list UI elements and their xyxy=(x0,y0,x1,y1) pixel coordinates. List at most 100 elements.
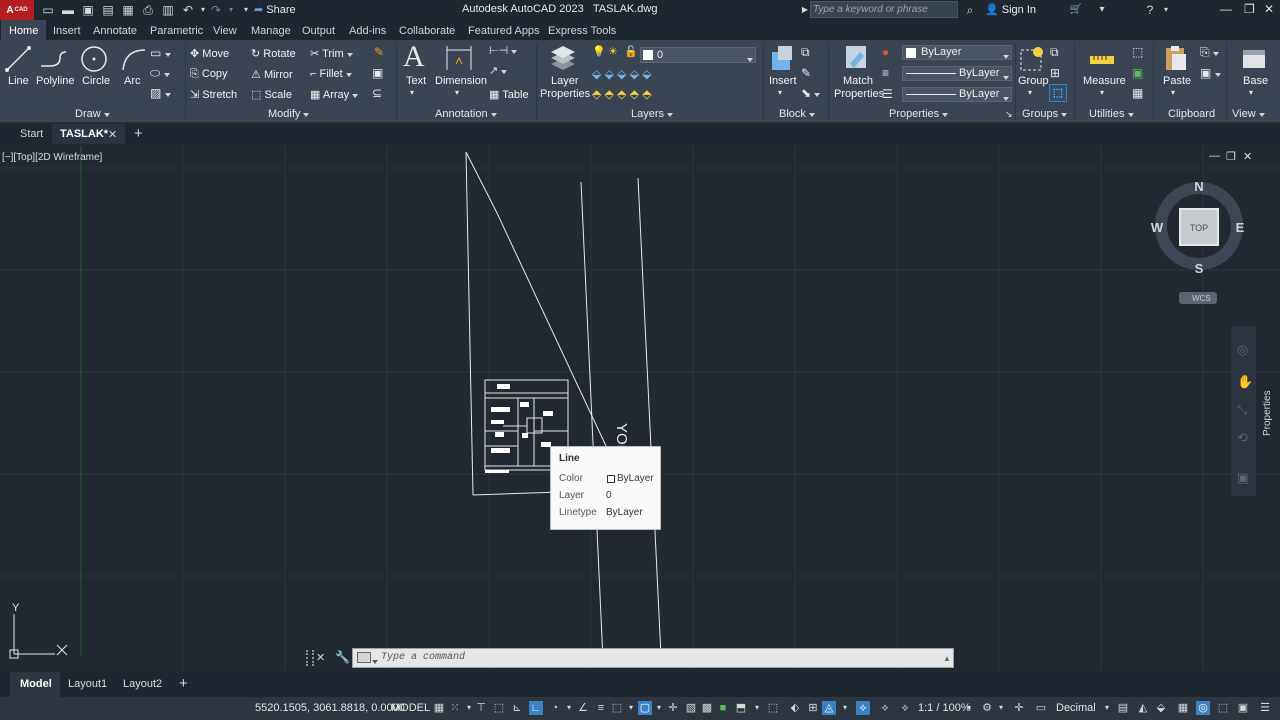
close-icon[interactable]: ✕ xyxy=(1264,2,1274,16)
line-button[interactable]: Line xyxy=(8,75,29,87)
drawing-viewport[interactable]: YOL Y TOP N S E W WCS [−][Top][2D Wirefr… xyxy=(0,146,1280,670)
autodesk-app-store-icon[interactable]: 🛒 xyxy=(1068,2,1084,18)
quick-select-icon[interactable]: ⬚ xyxy=(1132,45,1143,59)
tab-manage[interactable]: Manage xyxy=(251,25,291,37)
group-dropdown-icon[interactable]: ▾ xyxy=(1028,88,1032,97)
ellipse-icon[interactable]: ⬭ xyxy=(150,66,170,81)
circle-button[interactable]: Circle xyxy=(82,75,110,87)
tab-view[interactable]: View xyxy=(213,25,237,37)
group-edit-icon[interactable]: ⊞ xyxy=(1050,66,1060,80)
isodraft-icon[interactable]: ◔ xyxy=(548,701,562,715)
coordinates-readout[interactable]: 5520.1505, 3061.8818, 0.0000 xyxy=(255,702,405,714)
cut-icon[interactable]: ▣ xyxy=(1200,66,1221,80)
command-line-grip[interactable] xyxy=(306,650,314,666)
move-button[interactable]: ✥ Move xyxy=(190,47,229,60)
snap-icon[interactable]: ⁙ xyxy=(448,701,462,715)
save-icon[interactable]: ▣ xyxy=(80,2,96,18)
layer-properties-label-1[interactable]: Layer xyxy=(551,75,579,87)
dimension-dropdown-icon[interactable]: ▾ xyxy=(455,88,459,97)
scale-button[interactable]: ⬚ Scale xyxy=(251,88,292,101)
viewport-restore-icon[interactable]: ❐ xyxy=(1226,150,1236,163)
mirror-button[interactable]: ⚠ Mirror xyxy=(251,68,293,81)
leader-icon[interactable]: ⊢⊣ xyxy=(489,44,518,57)
units-dropdown-icon[interactable]: ▾ xyxy=(1100,701,1114,715)
block-attributes-icon[interactable]: ⬊ xyxy=(801,86,821,100)
trim-button[interactable]: ✂ Trim xyxy=(310,47,353,60)
color-wheel-icon[interactable]: ● xyxy=(882,45,889,59)
command-history-icon[interactable] xyxy=(357,652,371,663)
panel-layers-label[interactable]: Layers xyxy=(631,108,674,120)
quick-properties-icon[interactable]: ▤ xyxy=(1116,701,1130,715)
group-button[interactable]: Group xyxy=(1018,75,1049,87)
annotation-dropdown-icon[interactable]: ▾ xyxy=(750,701,764,715)
tab-drawing-active[interactable]: TASLAK* ✕ xyxy=(52,124,125,144)
annotation-add-icon[interactable]: ✛ xyxy=(1012,701,1026,715)
count-icon[interactable]: ▣ xyxy=(1132,66,1143,80)
osnap-dropdown-icon[interactable]: ▾ xyxy=(624,701,638,715)
command-expand-icon[interactable]: ▲ xyxy=(943,654,951,663)
share-button[interactable]: ➦ Share xyxy=(254,2,296,18)
model-space-button[interactable]: MODEL xyxy=(391,702,430,714)
tab-collaborate[interactable]: Collaborate xyxy=(399,25,455,37)
help-search-input[interactable]: Type a keyword or phrase xyxy=(810,1,958,18)
lineweight-icon[interactable]: ≡ xyxy=(882,66,889,80)
web-save-icon[interactable]: ▦ xyxy=(120,2,136,18)
isolate-objects-icon[interactable]: ◬ xyxy=(822,701,836,715)
match-properties-label-2[interactable]: Properties xyxy=(834,88,884,100)
calculator-icon[interactable]: ▦ xyxy=(1132,86,1143,100)
layer-freeze-icon[interactable]: ☀ xyxy=(608,45,618,58)
command-input[interactable]: Type a command xyxy=(381,652,465,663)
explode-icon[interactable]: ▣ xyxy=(372,66,383,80)
fullscreen-icon[interactable]: ▣ xyxy=(1236,701,1250,715)
new-tab-icon[interactable]: + xyxy=(134,125,143,142)
sign-in-button[interactable]: 👤 Sign In xyxy=(985,3,1036,16)
object-snap-tracking-icon[interactable]: ∠ xyxy=(576,701,590,715)
panel-modify-label[interactable]: Modify xyxy=(268,108,310,120)
command-close-icon[interactable]: ✕ xyxy=(316,651,325,664)
units-value[interactable]: Decimal xyxy=(1056,702,1096,714)
panel-properties-label[interactable]: Properties xyxy=(889,108,949,120)
print-icon[interactable]: ▥ xyxy=(160,2,176,18)
tab-output[interactable]: Output xyxy=(302,25,335,37)
lock-icon[interactable]: ⬙ xyxy=(1154,701,1168,715)
color-dropdown[interactable]: ByLayer xyxy=(902,45,1012,60)
units-icon[interactable]: ▭ xyxy=(1034,701,1048,715)
polar-tracking-icon[interactable]: ∟ xyxy=(529,701,543,715)
clean-screen-icon[interactable]: ⬚ xyxy=(1216,701,1230,715)
insert-dropdown-icon[interactable]: ▾ xyxy=(778,88,782,97)
compass-w[interactable]: W xyxy=(1151,220,1164,235)
restore-icon[interactable]: ❐ xyxy=(1244,2,1255,16)
plot-icon[interactable]: ⎙ xyxy=(140,2,156,18)
lock-ui-icon[interactable]: ⊞ xyxy=(806,701,820,715)
layer-on-icon[interactable]: 💡 xyxy=(592,45,606,58)
panel-block-label[interactable]: Block xyxy=(779,108,815,120)
command-line[interactable]: Type a command ▲ xyxy=(352,648,954,668)
tab-home[interactable]: Home xyxy=(1,20,47,40)
base-button[interactable]: Base xyxy=(1243,75,1268,87)
redo-dropdown-icon[interactable]: ▾ xyxy=(223,2,239,18)
panel-clipboard-label[interactable]: Clipboard xyxy=(1168,108,1215,120)
steering-wheel-icon[interactable]: ◎ xyxy=(1237,342,1248,358)
erase-icon[interactable]: ✎ xyxy=(374,45,384,59)
transparency-icon[interactable]: ▢ xyxy=(638,701,652,715)
search-icon[interactable]: ⌕ xyxy=(962,2,978,18)
dimension-button[interactable]: Dimension xyxy=(435,75,487,87)
dynamic-input-icon[interactable]: ⬚ xyxy=(492,701,506,715)
workspace-gear-icon[interactable]: ⚙ xyxy=(980,701,994,715)
insert-button[interactable]: Insert xyxy=(769,75,797,87)
copy-button[interactable]: ⎘ Copy xyxy=(190,68,228,81)
compass-e[interactable]: E xyxy=(1236,220,1245,235)
tab-start[interactable]: Start xyxy=(20,128,43,140)
create-block-icon[interactable]: ⧉ xyxy=(801,45,810,60)
measure-button[interactable]: Measure xyxy=(1083,75,1126,87)
workspace-dropdown-icon[interactable]: ▾ xyxy=(994,701,1008,715)
tab-featured-apps[interactable]: Featured Apps xyxy=(468,25,540,37)
zoom-extents-icon[interactable]: ⤡ xyxy=(1237,402,1247,418)
fillet-button[interactable]: ⌐ Fillet xyxy=(310,68,352,80)
undo-icon[interactable]: ↶ xyxy=(180,2,196,18)
copy-clip-icon[interactable]: ⎘ xyxy=(1200,45,1219,60)
layer-match-icon[interactable]: ⬙ ⬙ ⬙ ⬙ ⬙ xyxy=(592,67,651,81)
layer-dropdown[interactable]: 0 xyxy=(640,47,756,63)
panel-view-label[interactable]: View xyxy=(1232,108,1265,120)
dynamic-ucs-icon[interactable]: ▧ xyxy=(684,701,698,715)
